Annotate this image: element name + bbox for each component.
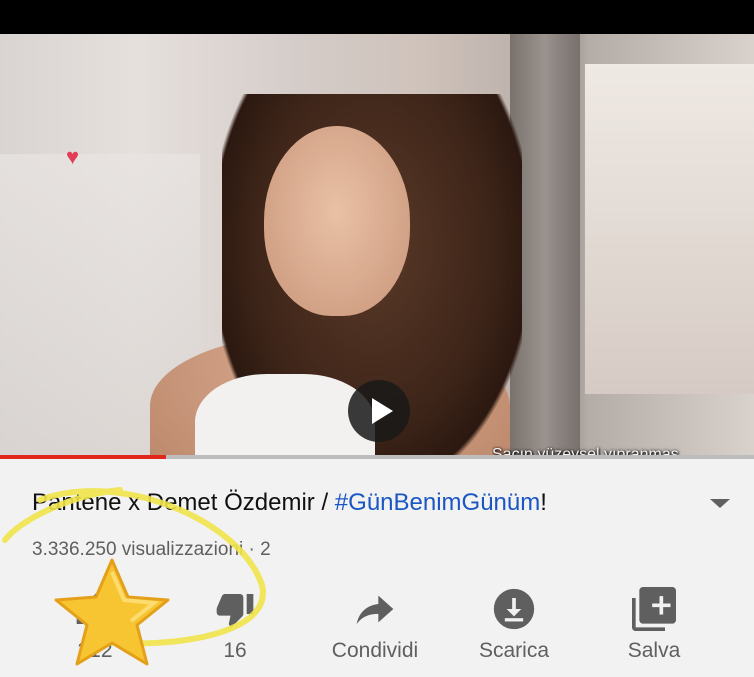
like-button[interactable]: 212 <box>35 587 155 663</box>
share-arrow-icon <box>356 595 394 624</box>
dislike-button[interactable]: 16 <box>175 587 295 663</box>
share-button[interactable]: Condividi <box>315 587 435 663</box>
download-icon <box>493 588 535 630</box>
top-bar <box>0 0 754 34</box>
share-label: Condividi <box>331 639 419 662</box>
save-button[interactable]: Salva <box>594 587 714 663</box>
video-background-window <box>585 64 754 394</box>
thumbs-up-icon <box>76 590 114 624</box>
thumbs-down-icon <box>216 594 254 628</box>
video-view-count: 3.336.250 visualizzazioni · 2 <box>32 539 271 560</box>
video-title: Pantene x Demet Özdemir / #GünBenimGünüm… <box>32 489 547 517</box>
play-icon <box>372 398 393 424</box>
heart-sticker-icon: ♥ <box>66 144 80 169</box>
download-button[interactable]: Scarica <box>454 587 574 663</box>
like-count: 212 <box>77 639 113 662</box>
chevron-down-icon[interactable] <box>710 499 730 508</box>
video-person-face <box>264 126 410 316</box>
video-title-main: Pantene x Demet Özdemir / <box>32 489 335 516</box>
dislike-count: 16 <box>223 639 247 662</box>
video-player[interactable]: ♥ Saçın yüzeysel yıpranmas <box>0 34 754 458</box>
video-title-end: ! <box>540 489 547 516</box>
video-info-panel: Pantene x Demet Özdemir / #GünBenimGünüm… <box>0 459 754 677</box>
play-button[interactable] <box>348 380 410 442</box>
save-label: Salva <box>627 639 681 662</box>
download-label: Scarica <box>478 639 550 662</box>
add-to-playlist-icon <box>632 587 676 631</box>
video-title-hashtag[interactable]: #GünBenimGünüm <box>335 489 540 516</box>
action-bar: 212 16 Condividi Scarica Salva <box>0 587 754 677</box>
